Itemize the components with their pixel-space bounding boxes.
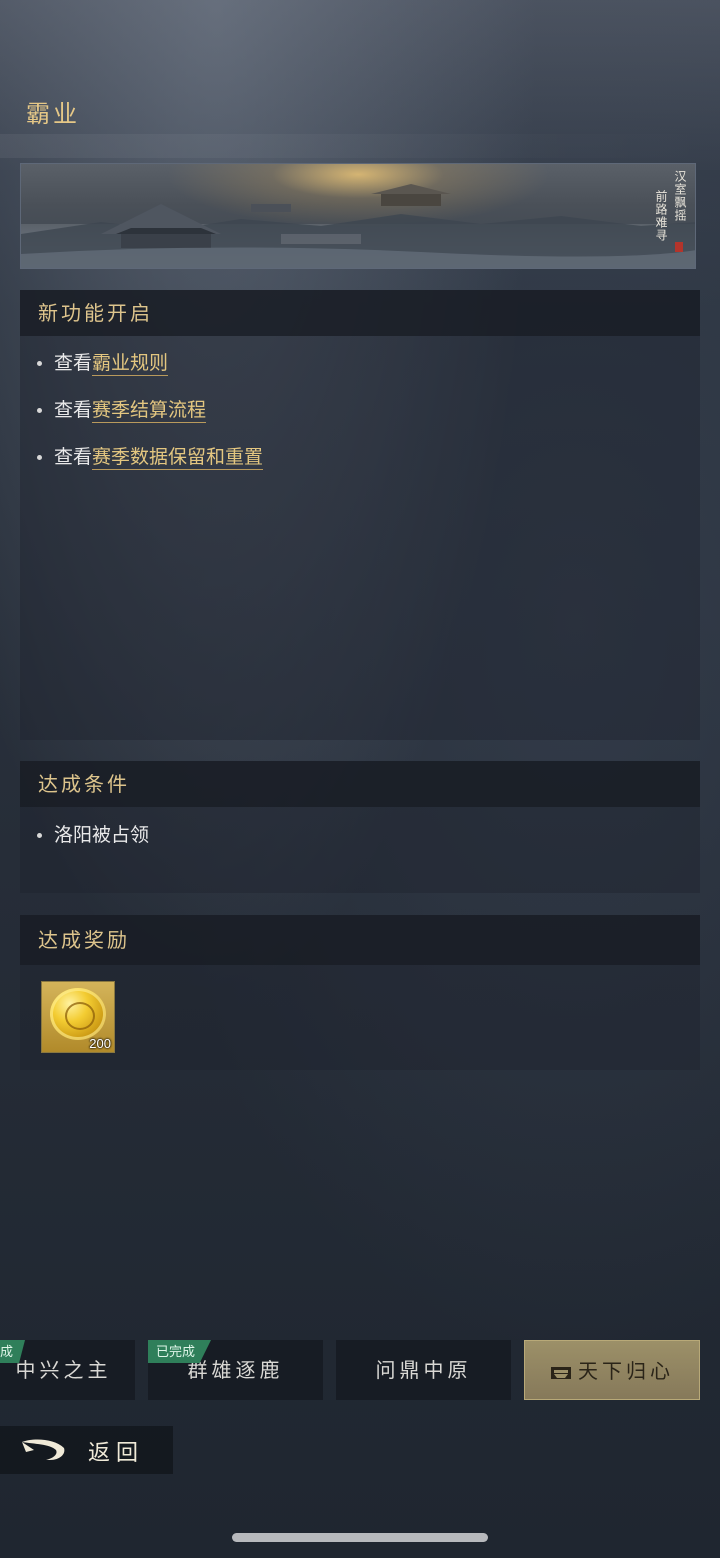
reward-count: 200 — [89, 1036, 111, 1051]
seal-stamp-icon — [675, 242, 683, 252]
season-achievement-screen: 霸业 汉室飘摇 前路难寻 新功能开启 查看霸业规则 查看赛季结算流程 查看赛季数… — [0, 0, 720, 1558]
bullet-icon — [37, 833, 42, 838]
condition-item: 洛阳被占领 — [20, 812, 700, 859]
conditions-header: 达成条件 — [20, 761, 700, 807]
back-label: 返回 — [88, 1441, 145, 1466]
feature-item-settlement: 查看赛季结算流程 — [20, 387, 700, 434]
back-arrow-icon — [22, 1439, 65, 1460]
palace-landscape-illustration — [21, 184, 695, 268]
rewards-section: 达成奖励 — [20, 915, 700, 1070]
home-indicator[interactable] — [232, 1533, 488, 1542]
rewards-header: 达成奖励 — [20, 915, 700, 965]
feature-prefix: 查看 — [54, 399, 93, 421]
bullet-icon — [37, 455, 42, 460]
tab-zhongxing[interactable]: 成 中兴之主 — [0, 1340, 135, 1400]
page-title: 霸业 — [26, 100, 80, 128]
stage-tabs: 成 中兴之主 已完成 群雄逐鹿 问鼎中原 天下归心 — [0, 1340, 720, 1402]
title-underline-strip — [0, 134, 720, 158]
tab-label: 中兴之主 — [15, 1358, 112, 1382]
feature-prefix: 查看 — [54, 352, 93, 374]
tab-label: 群雄逐鹿 — [187, 1358, 284, 1382]
feature-prefix: 查看 — [54, 446, 93, 468]
poem-line-2: 前路难寻 — [654, 190, 668, 242]
condition-text: 洛阳被占领 — [54, 824, 150, 846]
reward-item-gold[interactable]: 200 — [41, 981, 115, 1053]
banner-flag-icon — [551, 1366, 571, 1379]
tab-tianxia[interactable]: 天下归心 — [524, 1340, 700, 1400]
conditions-section: 达成条件 洛阳被占领 — [20, 761, 700, 893]
link-season-settlement[interactable]: 赛季结算流程 — [92, 399, 207, 423]
gold-coin-icon — [50, 988, 106, 1040]
link-hegemony-rules[interactable]: 霸业规则 — [92, 352, 169, 376]
back-button[interactable]: 返回 — [0, 1426, 173, 1474]
tab-label: 问鼎中原 — [375, 1358, 472, 1382]
conditions-list: 洛阳被占领 — [20, 812, 700, 859]
features-list: 查看霸业规则 查看赛季结算流程 查看赛季数据保留和重置 — [20, 340, 700, 481]
bullet-icon — [37, 408, 42, 413]
link-season-data-reset[interactable]: 赛季数据保留和重置 — [92, 446, 264, 470]
feature-item-rules: 查看霸业规则 — [20, 340, 700, 387]
tab-wending[interactable]: 问鼎中原 — [336, 1340, 511, 1400]
features-section: 新功能开启 查看霸业规则 查看赛季结算流程 查看赛季数据保留和重置 — [20, 290, 700, 740]
tab-qunxiong[interactable]: 已完成 群雄逐鹿 — [148, 1340, 323, 1400]
season-banner: 汉室飘摇 前路难寻 — [20, 163, 696, 269]
feature-item-data-reset: 查看赛季数据保留和重置 — [20, 434, 700, 481]
tab-label: 天下归心 — [578, 1359, 674, 1383]
bullet-icon — [37, 361, 42, 366]
features-header: 新功能开启 — [20, 290, 700, 336]
